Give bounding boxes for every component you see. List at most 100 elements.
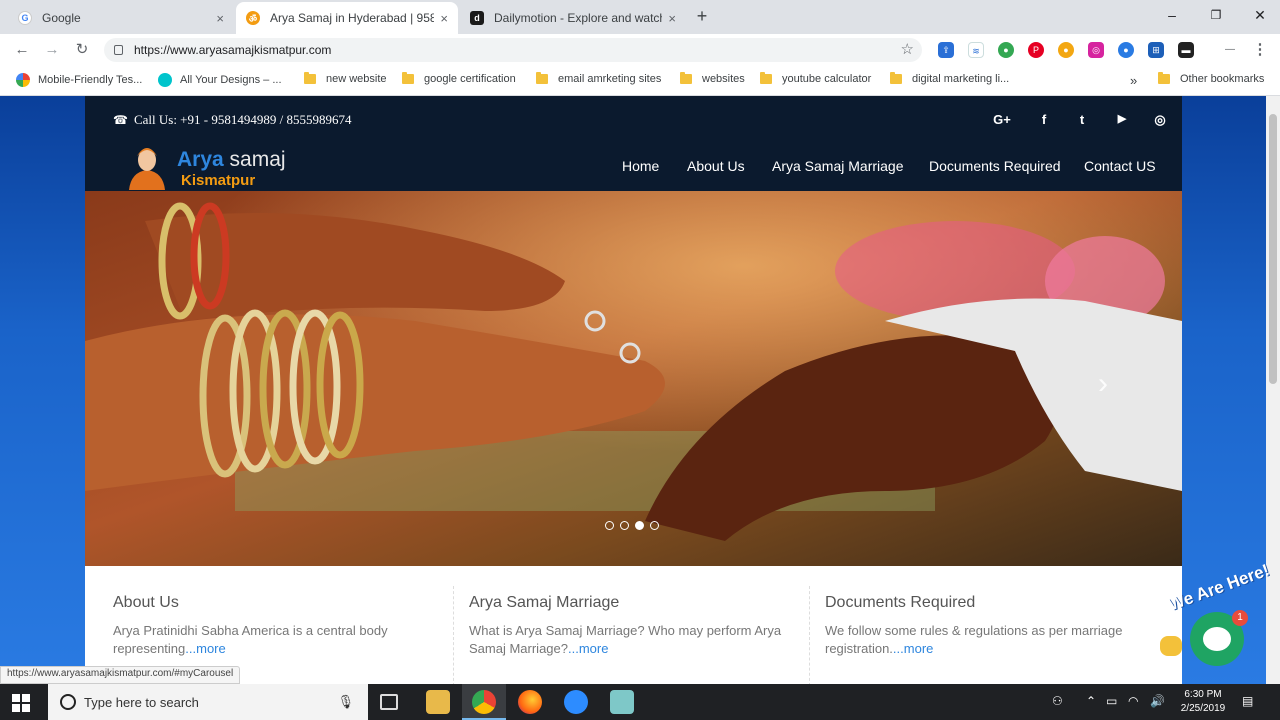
page-scrollbar[interactable] [1266, 96, 1280, 684]
nav-documents-required[interactable]: Documents Required [929, 158, 1061, 174]
clock-date: 2/25/2019 [1180, 703, 1226, 714]
extension-divider-icon: — [1225, 44, 1235, 55]
carousel-dot[interactable] [650, 521, 659, 530]
extension-translate-icon[interactable]: ≋ [968, 42, 984, 58]
page-viewport: ☎ Call Us: +91 - 9581494989 / 8555989674… [0, 96, 1280, 684]
new-tab-button[interactable]: + [692, 6, 712, 26]
nav-contact-us[interactable]: Contact US [1084, 158, 1156, 174]
tab-dailymotion[interactable]: d Dailymotion - Explore and watch × [460, 2, 686, 34]
bookmark-item[interactable]: Mobile-Friendly Tes... [16, 73, 142, 87]
card-text: We follow some rules & regulations as pe… [825, 622, 1145, 658]
browser-menu-icon[interactable]: ⋮ [1250, 40, 1270, 60]
tab-close-icon[interactable]: × [668, 11, 676, 26]
read-more-link[interactable]: ...more [185, 641, 225, 656]
carousel-dot[interactable] [620, 521, 629, 530]
arya-samaj-favicon-icon: ॐ [246, 11, 260, 25]
nav-about-us[interactable]: About Us [687, 158, 745, 174]
bookmark-item[interactable]: google certification [402, 72, 516, 85]
tab-google[interactable]: G Google × [8, 2, 234, 34]
youtube-icon[interactable]: ▶ [1113, 112, 1131, 125]
network-icon[interactable]: ▭ [1106, 694, 1117, 708]
taskbar-clock[interactable]: 6:30 PM 2/25/2019 [1178, 688, 1228, 716]
card-about-us: About Us Arya Pratinidhi Sabha America i… [113, 594, 433, 658]
waving-hand-icon [1160, 636, 1182, 656]
windows-start-icon[interactable] [12, 694, 30, 712]
read-more-link[interactable]: ...more [893, 641, 933, 656]
tab-close-icon[interactable]: × [216, 11, 224, 26]
tab-arya-samaj[interactable]: ॐ Arya Samaj in Hyderabad | 958 1 × [236, 2, 458, 34]
bookmark-label: email amrketing sites [558, 73, 662, 85]
address-bar[interactable]: https://www.aryasamajkismatpur.com ☆ [104, 38, 922, 62]
instagram-extension-icon[interactable]: ◎ [1088, 42, 1104, 58]
facebook-icon[interactable]: f [1035, 112, 1053, 127]
instagram-icon[interactable]: ◎ [1151, 112, 1169, 128]
google-favicon-icon: G [18, 11, 32, 25]
bookmark-label: Mobile-Friendly Tes... [38, 74, 143, 86]
folder-icon [536, 72, 548, 84]
bookmark-item[interactable]: websites [680, 72, 745, 85]
bookmarks-overflow-button[interactable]: » [1130, 73, 1137, 88]
forward-arrow-icon[interactable]: → [42, 40, 62, 60]
read-more-link[interactable]: ...more [568, 641, 608, 656]
wifi-icon[interactable]: ◠ [1128, 694, 1138, 708]
volume-icon[interactable]: 🔊 [1150, 694, 1165, 708]
logo-title: Arya samaj [177, 148, 286, 172]
task-view-icon[interactable] [380, 694, 398, 710]
hero-carousel[interactable]: › [85, 191, 1182, 566]
extension-blue-icon[interactable]: ● [1118, 42, 1134, 58]
chrome-icon[interactable] [472, 690, 496, 714]
bookmark-item[interactable]: new website [304, 72, 387, 85]
chat-widget[interactable]: We Are Here! 1 [1152, 561, 1272, 676]
bookmark-label: google certification [424, 73, 516, 85]
bookmark-item[interactable]: youtube calculator [760, 72, 871, 85]
extension-honey-icon[interactable]: ● [1058, 42, 1074, 58]
site-logo[interactable]: Arya samaj Kismatpur [125, 142, 295, 190]
notepad-icon[interactable] [610, 690, 634, 714]
tray-overflow-icon[interactable]: ⌃ [1086, 694, 1096, 708]
scrollbar-thumb[interactable] [1269, 114, 1277, 384]
notifications-icon[interactable]: ▤ [1242, 694, 1253, 708]
bookmark-item[interactable]: digital marketing li... [890, 72, 1010, 85]
extension-green-circle-icon[interactable]: ● [998, 42, 1014, 58]
bookmark-label: digital marketing li... [912, 73, 1010, 85]
bookmark-item[interactable]: email amrketing sites [536, 72, 662, 85]
pinterest-extension-icon[interactable]: P [1028, 42, 1044, 58]
call-us: ☎ Call Us: +91 - 9581494989 / 8555989674 [113, 112, 351, 128]
firefox-icon[interactable] [518, 690, 542, 714]
card-text: What is Arya Samaj Marriage? Who may per… [469, 622, 789, 658]
minimize-button[interactable]: – [1162, 5, 1182, 25]
people-icon[interactable]: ⚇ [1052, 694, 1063, 708]
reload-icon[interactable]: ↻ [72, 40, 92, 60]
file-explorer-icon[interactable] [426, 690, 450, 714]
logo-subtitle: Kismatpur [181, 172, 256, 189]
close-window-button[interactable]: ✕ [1250, 5, 1270, 25]
tab-title: Google [42, 11, 81, 25]
extension-screen-icon[interactable]: ▬ [1178, 42, 1194, 58]
microphone-icon[interactable]: 🎙 [337, 694, 354, 710]
extension-upload-icon[interactable]: ⇪ [938, 42, 954, 58]
maximize-button[interactable]: ❐ [1206, 5, 1226, 25]
bookmark-star-icon[interactable]: ☆ [901, 40, 914, 58]
bookmark-item[interactable]: All Your Designs – ... [158, 73, 282, 87]
cortana-icon [60, 694, 76, 710]
carousel-next-arrow-icon[interactable]: › [1098, 367, 1108, 401]
guru-portrait-icon [125, 142, 169, 190]
folder-icon [304, 72, 316, 84]
extension-grid-icon[interactable]: ⊞ [1148, 42, 1164, 58]
folder-icon [680, 72, 692, 84]
bookmark-label: All Your Designs – ... [180, 74, 282, 86]
google-plus-icon[interactable]: G+ [993, 112, 1011, 127]
bookmarks-bar: Mobile-Friendly Tes... All Your Designs … [0, 66, 1280, 96]
tab-close-icon[interactable]: × [440, 11, 448, 26]
carousel-dot[interactable] [605, 521, 614, 530]
back-arrow-icon[interactable]: ← [12, 40, 32, 60]
nav-arya-samaj-marriage[interactable]: Arya Samaj Marriage [772, 158, 904, 174]
taskbar-search[interactable]: Type here to search 🎙 [48, 684, 368, 720]
canva-icon [158, 73, 172, 87]
carousel-dot-active[interactable] [635, 521, 644, 530]
nav-home[interactable]: Home [622, 158, 659, 174]
zoom-icon[interactable] [564, 690, 588, 714]
logo-word-1: Arya [177, 148, 224, 171]
twitter-icon[interactable]: t [1073, 112, 1091, 127]
other-bookmarks[interactable]: Other bookmarks [1158, 72, 1264, 85]
